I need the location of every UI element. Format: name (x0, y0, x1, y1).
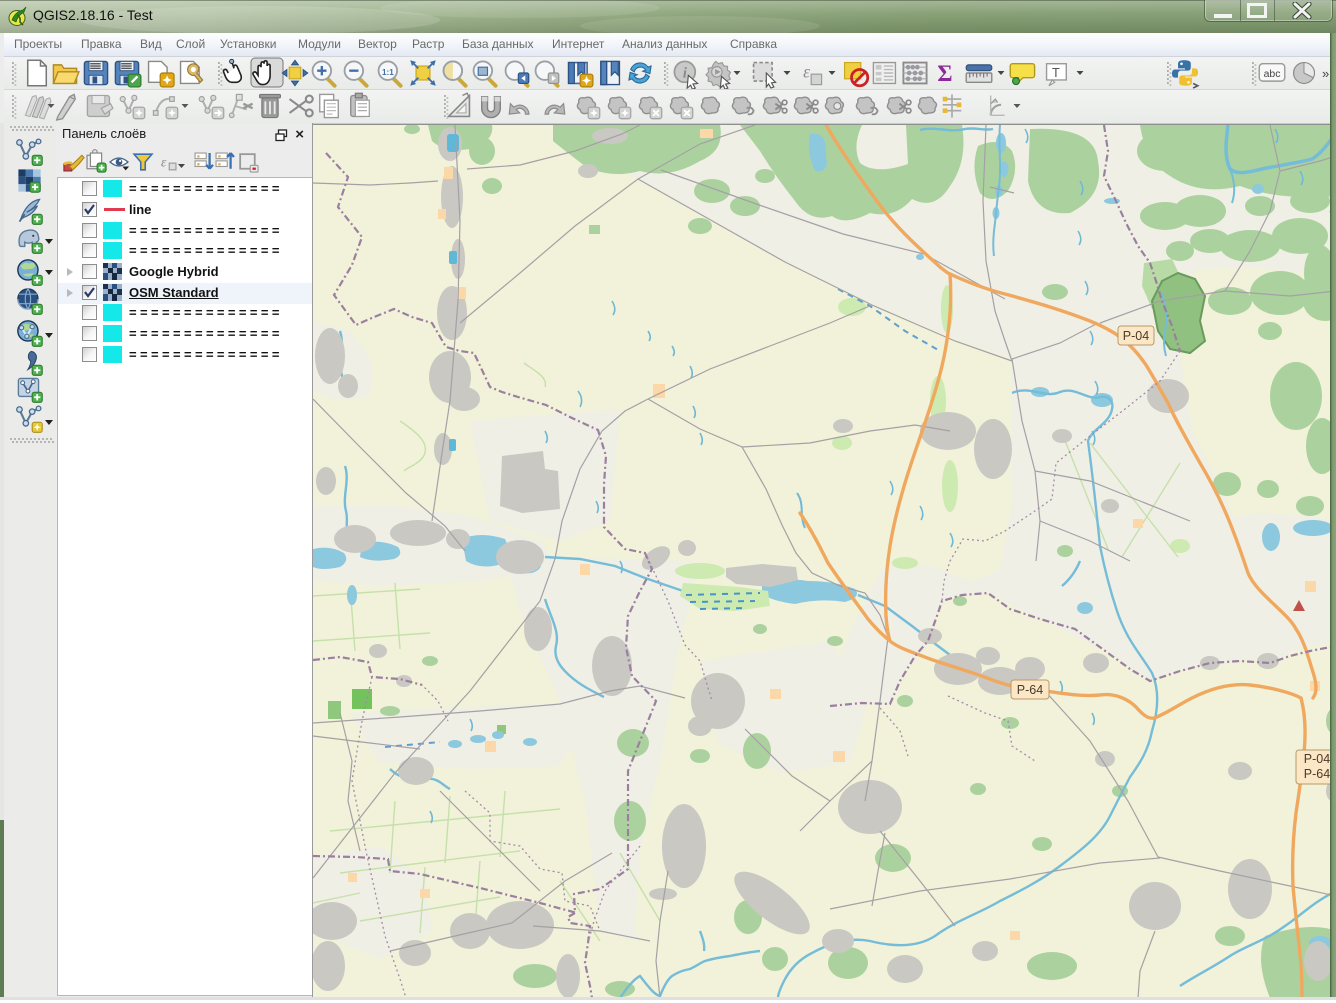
svg-text:abc: abc (1264, 69, 1281, 80)
svg-text:1:1: 1:1 (382, 68, 394, 77)
svg-text:P-64: P-64 (1017, 683, 1043, 697)
svg-text:ε: ε (803, 62, 810, 82)
svg-text:»: » (1322, 66, 1329, 81)
svg-text:P-04: P-04 (1123, 329, 1149, 343)
svg-text:ε: ε (161, 154, 167, 169)
svg-text:P-04: P-04 (1304, 752, 1330, 766)
svg-text:P-64: P-64 (1304, 767, 1330, 781)
svg-text:T: T (1052, 65, 1060, 80)
svg-text:Σ: Σ (937, 61, 952, 87)
